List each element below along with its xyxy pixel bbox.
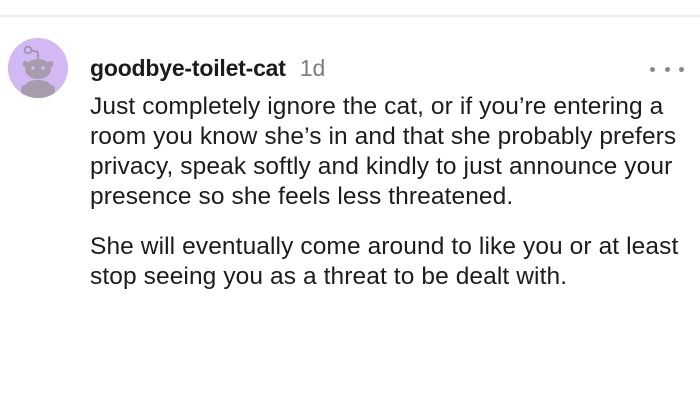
username-link[interactable]: goodbye-toilet-cat — [90, 55, 286, 82]
user-avatar[interactable] — [8, 38, 68, 98]
comment-header: goodbye-toilet-cat 1d — [90, 53, 325, 83]
reddit-snoo-avatar-icon — [8, 38, 68, 98]
comment-body: Just completely ignore the cat, or if yo… — [90, 92, 690, 292]
timestamp: 1d — [299, 54, 326, 81]
comment-paragraph: She will eventually come around to like … — [90, 233, 679, 290]
ellipsis-icon — [664, 66, 670, 72]
comment: goodbye-toilet-cat 1d Just completely ig… — [0, 0, 700, 412]
ellipsis-icon — [679, 66, 684, 72]
comment-paragraph: Just completely ignore the cat, or if yo… — [90, 93, 677, 210]
more-options-button[interactable] — [650, 60, 684, 78]
ellipsis-icon — [650, 66, 655, 72]
